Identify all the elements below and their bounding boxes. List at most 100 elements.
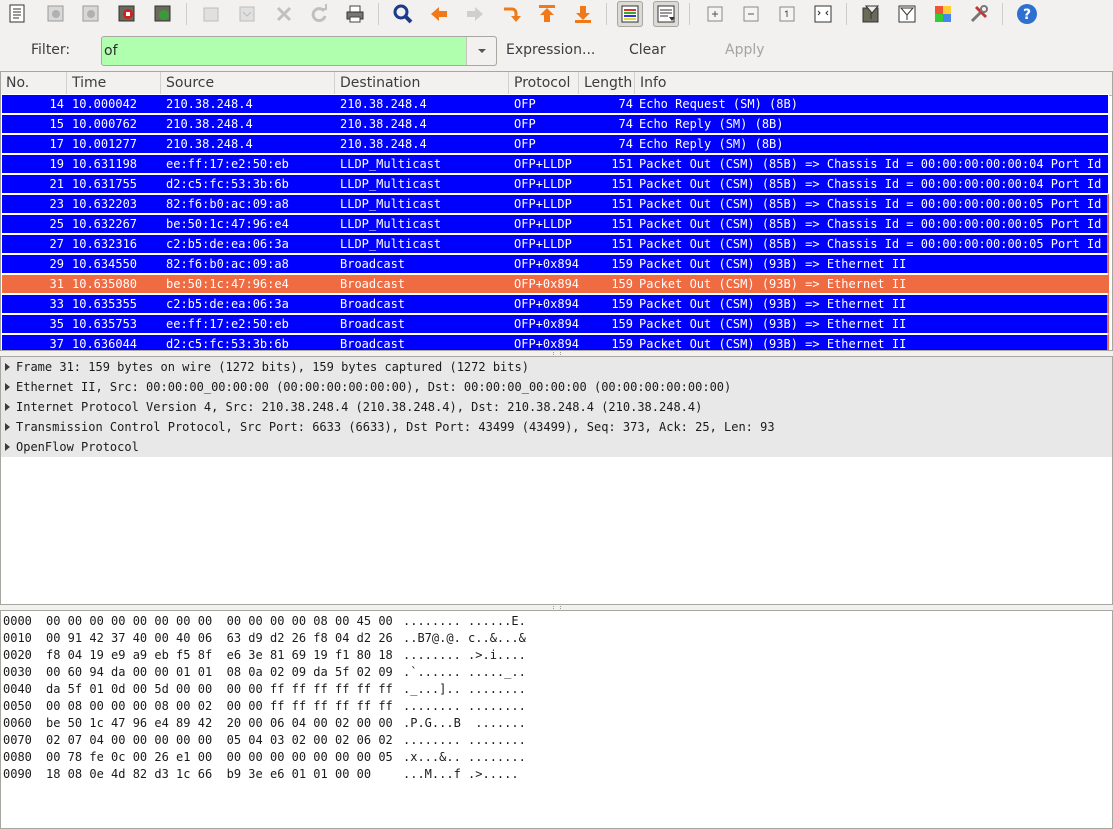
filter-dropdown-button[interactable] <box>466 37 496 65</box>
column-header-length[interactable]: Length <box>579 72 635 95</box>
hex-row[interactable]: 0040 da 5f 01 0d 00 5d 00 00 00 00 ff ff … <box>3 681 603 698</box>
hex-bytes: 00 00 00 00 00 00 00 00 00 00 00 00 08 0… <box>46 614 393 628</box>
display-filters-button[interactable] <box>894 1 920 27</box>
zoom-out-button[interactable] <box>738 1 764 27</box>
go-forward-button[interactable] <box>462 1 488 27</box>
packet-row[interactable]: 29 10.634550 82:f6:b0:ac:09:a8 Broadcast OFP… <box>1 254 1109 274</box>
detail-tree-item[interactable]: Transmission Control Protocol, Src Port:… <box>1 417 1112 437</box>
cell-info: Packet Out (CSM) (85B) => Chassis Id = 0… <box>639 217 1109 231</box>
cell-protocol: OFP+LLDP <box>514 177 572 191</box>
detail-tree-item[interactable]: Internet Protocol Version 4, Src: 210.38… <box>1 397 1112 417</box>
go-back-button[interactable] <box>426 1 452 27</box>
column-header-time[interactable]: Time <box>67 72 161 95</box>
expand-arrow-icon[interactable] <box>5 403 10 411</box>
close-file-button[interactable] <box>271 1 297 27</box>
hex-row[interactable]: 0070 02 07 04 00 00 00 00 00 05 04 03 02 … <box>3 732 603 749</box>
hex-row[interactable]: 0030 00 60 94 da 00 00 01 01 08 0a 02 09 … <box>3 664 603 681</box>
open-file-icon <box>203 7 219 22</box>
print-button[interactable] <box>342 1 368 27</box>
capture-filters-button[interactable] <box>858 1 884 27</box>
hex-offset: 0010 <box>3 631 32 645</box>
expression-button[interactable]: Expression... <box>506 42 595 58</box>
reload-button[interactable] <box>306 1 332 27</box>
packet-list-header: No. Time Source Destination Protocol Len… <box>1 72 1112 96</box>
filter-input[interactable] <box>104 39 466 63</box>
last-packet-button[interactable] <box>570 1 596 27</box>
hex-bytes: 18 08 0e 4d 82 d3 1c 66 b9 3e e6 01 01 0… <box>46 767 372 781</box>
stop-capture-button[interactable] <box>114 1 140 27</box>
cell-protocol: OFP+0x8942 <box>514 277 580 291</box>
hex-row[interactable]: 0060 be 50 1c 47 96 e4 89 42 20 00 06 04 … <box>3 715 603 732</box>
resize-columns-button[interactable] <box>810 1 836 27</box>
hex-row[interactable]: 0090 18 08 0e 4d 82 d3 1c 66 b9 3e e6 01 … <box>3 766 603 783</box>
colorize-button[interactable] <box>617 1 643 27</box>
hex-row[interactable]: 0050 00 08 00 00 00 08 00 02 00 00 ff ff … <box>3 698 603 715</box>
print-icon <box>346 5 364 23</box>
go-to-packet-icon <box>504 7 521 22</box>
auto-scroll-button[interactable] <box>653 1 679 27</box>
restart-capture-button[interactable] <box>150 1 176 27</box>
capture-options-button[interactable] <box>43 1 69 27</box>
packet-row[interactable]: 15 10.000762 210.38.248.4 210.38.248.4 OFP 74… <box>1 114 1109 134</box>
reload-icon <box>311 4 327 23</box>
save-file-button[interactable] <box>234 1 260 27</box>
cell-no: 33 <box>49 297 64 311</box>
column-header-destination[interactable]: Destination <box>335 72 509 95</box>
hex-offset: 0090 <box>3 767 32 781</box>
cell-time: 10.001277 <box>72 137 138 151</box>
packet-row[interactable]: 27 10.632316 c2:b5:de:ea:06:3a LLDP_Multica… <box>1 234 1109 254</box>
first-packet-button[interactable] <box>534 1 560 27</box>
packet-row[interactable]: 17 10.001277 210.38.248.4 210.38.248.4 OFP 74… <box>1 134 1109 154</box>
hex-row[interactable]: 0020 f8 04 19 e9 a9 eb f5 8f e6 3e 81 69 … <box>3 647 603 664</box>
detail-tree-item[interactable]: Ethernet II, Src: 00:00:00_00:00:00 (00:… <box>1 377 1112 397</box>
go-to-packet-button[interactable] <box>498 1 524 27</box>
cell-time: 10.631198 <box>72 157 138 171</box>
packet-row[interactable]: 14 10.000042 210.38.248.4 210.38.248.4 OFP 74… <box>1 94 1109 114</box>
hex-row[interactable]: 0010 00 91 42 37 40 00 40 06 63 d9 d2 26 … <box>3 630 603 647</box>
hex-row[interactable]: 0080 00 78 fe 0c 00 26 e1 00 00 00 00 00 … <box>3 749 603 766</box>
column-header-no[interactable]: No. <box>1 72 67 95</box>
packet-row[interactable]: 35 10.635753 ee:ff:17:e2:50:eb Broadcast OFP… <box>1 314 1109 334</box>
expand-arrow-icon[interactable] <box>5 423 10 431</box>
apply-button[interactable]: Apply <box>725 42 765 58</box>
column-header-info[interactable]: Info <box>635 72 1112 95</box>
expand-arrow-icon[interactable] <box>5 443 10 451</box>
detail-tree-label: Ethernet II, Src: 00:00:00_00:00:00 (00:… <box>16 380 732 394</box>
cell-no: 14 <box>49 97 64 111</box>
interface-list-icon <box>9 4 25 23</box>
packet-row[interactable]: 23 10.632203 82:f6:b0:ac:09:a8 LLDP_Multica… <box>1 194 1109 214</box>
packet-row[interactable]: 33 10.635355 c2:b5:de:ea:06:3a Broadcast OFP… <box>1 294 1109 314</box>
find-packet-button[interactable] <box>390 1 416 27</box>
packet-row[interactable]: 37 10.636044 d2:c5:fc:53:3b:6b Broadcast OFP… <box>1 334 1109 351</box>
detail-tree-item[interactable]: OpenFlow Protocol <box>1 437 1112 457</box>
cell-info: Packet Out (CSM) (93B) => Ethernet II <box>639 337 907 351</box>
column-header-source[interactable]: Source <box>161 72 335 95</box>
packet-row[interactable]: 31 10.635080 be:50:1c:47:96:e4 Broadcast OFP… <box>1 274 1109 294</box>
packet-row[interactable]: 25 10.632267 be:50:1c:47:96:e4 LLDP_Multica… <box>1 214 1109 234</box>
cell-length: 151 <box>611 177 633 191</box>
packet-row[interactable]: 19 10.631198 ee:ff:17:e2:50:eb LLDP_Multica… <box>1 154 1109 174</box>
zoom-in-button[interactable] <box>702 1 728 27</box>
chevron-down-icon <box>477 49 486 53</box>
packet-details: Frame 31: 159 bytes on wire (1272 bits),… <box>0 356 1113 605</box>
cell-source: be:50:1c:47:96:e4 <box>166 277 289 291</box>
preferences-button[interactable] <box>966 1 992 27</box>
hex-bytes: 00 78 fe 0c 00 26 e1 00 00 00 00 00 00 0… <box>46 750 393 764</box>
clear-button[interactable]: Clear <box>629 42 666 58</box>
expand-arrow-icon[interactable] <box>5 363 10 371</box>
start-capture-button[interactable] <box>78 1 104 27</box>
cell-no: 37 <box>49 337 64 351</box>
coloring-rules-button[interactable] <box>930 1 956 27</box>
interface-list-button[interactable] <box>5 1 31 27</box>
open-file-button[interactable] <box>198 1 224 27</box>
expand-arrow-icon[interactable] <box>5 383 10 391</box>
cell-info: Echo Request (SM) (8B) <box>639 97 798 111</box>
help-button[interactable]: ? <box>1014 1 1040 27</box>
column-header-protocol[interactable]: Protocol <box>509 72 579 95</box>
cell-destination: LLDP_Multicast <box>340 177 442 191</box>
find-packet-icon <box>393 4 413 24</box>
normal-size-button[interactable] <box>774 1 800 27</box>
detail-tree-item[interactable]: Frame 31: 159 bytes on wire (1272 bits),… <box>1 357 1112 377</box>
packet-row[interactable]: 21 10.631755 d2:c5:fc:53:3b:6b LLDP_Multica… <box>1 174 1109 194</box>
hex-row[interactable]: 0000 00 00 00 00 00 00 00 00 00 00 00 00 … <box>3 613 603 630</box>
